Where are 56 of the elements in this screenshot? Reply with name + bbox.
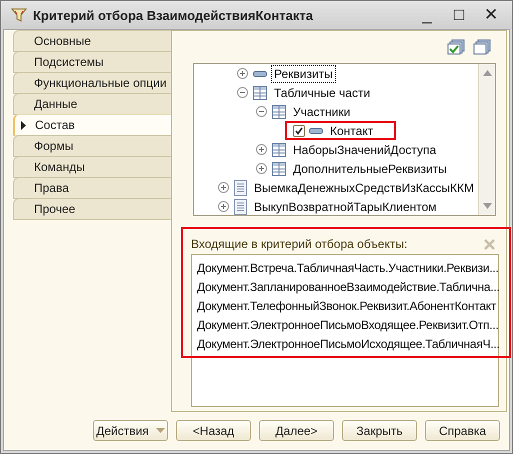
- expand-icon[interactable]: [256, 163, 267, 174]
- scroll-bar[interactable]: [478, 64, 495, 215]
- attribute-icon: [253, 70, 267, 76]
- tree-item[interactable]: НаборыЗначенийДоступа: [290, 140, 440, 158]
- tree-item[interactable]: Реквизиты: [271, 64, 336, 82]
- tree-item[interactable]: Участники: [290, 102, 354, 120]
- collapse-icon[interactable]: [256, 106, 267, 117]
- document-icon: [234, 198, 247, 214]
- tab[interactable]: Данные: [13, 93, 171, 115]
- list-item[interactable]: Документ.ЗапланированноеВзаимодействие.Таблична...: [197, 278, 498, 297]
- tab[interactable]: Функциональные опции: [13, 72, 171, 94]
- list-item[interactable]: Документ.ТелефонныйЗвонок.Реквизит.АбонентКонтакт: [197, 297, 498, 316]
- tab[interactable]: Прочее: [13, 198, 171, 220]
- tab[interactable]: Основные: [13, 30, 171, 52]
- table-icon: [272, 142, 286, 156]
- dialog-button[interactable]: Далее>: [259, 420, 334, 441]
- caret-icon: [156, 428, 165, 433]
- list-item[interactable]: Документ.ЭлектронноеПисьмоИсходящее.ТабличнаяЧ...: [197, 335, 498, 354]
- tab[interactable]: Подсистемы: [13, 51, 171, 73]
- maximize-button[interactable]: □: [446, 5, 472, 25]
- dialog-button[interactable]: Закрыть: [342, 420, 417, 441]
- dialog-button[interactable]: <Назад: [176, 420, 251, 441]
- scroll-up-icon: [482, 70, 492, 76]
- expand-icon[interactable]: [218, 201, 229, 212]
- funnel-icon: [11, 7, 27, 23]
- tree-item[interactable]: ВыкупВозвратнойТарыКлиентом: [251, 198, 440, 215]
- table-icon: [272, 162, 286, 176]
- checkbox[interactable]: [293, 124, 305, 136]
- check-all-icon[interactable]: [447, 39, 465, 55]
- tree-item[interactable]: Табличные части: [271, 84, 374, 102]
- uncheck-all-icon[interactable]: [473, 39, 491, 55]
- tree-item[interactable]: Контакт: [327, 122, 376, 140]
- close-button[interactable]: ✕: [478, 5, 504, 25]
- dialog-button[interactable]: Справка: [425, 420, 500, 441]
- window-title: Критерий отбора ВзаимодействияКонтакта: [33, 8, 314, 22]
- tab[interactable]: Команды: [13, 156, 171, 178]
- actions-menu-button[interactable]: Действия: [93, 420, 168, 441]
- attribute-icon: [309, 128, 323, 134]
- scroll-down-icon: [482, 203, 492, 209]
- tab[interactable]: Права: [13, 177, 171, 199]
- expand-icon[interactable]: [218, 182, 229, 193]
- collapse-icon[interactable]: [237, 87, 248, 98]
- minimize-button[interactable]: _: [414, 5, 440, 25]
- table-icon: [272, 104, 286, 118]
- pointer-icon: [21, 121, 26, 130]
- tree-item[interactable]: ДополнительныеРеквизиты: [290, 160, 450, 178]
- table-icon: [253, 86, 267, 100]
- tab[interactable]: Состав: [13, 114, 171, 136]
- tree-item[interactable]: ВыемкаДенежныхСредствИзКассыККМ: [251, 178, 478, 196]
- document-icon: [234, 180, 247, 196]
- list-item[interactable]: Документ.Встреча.ТабличнаяЧасть.Участники.Реквизи...: [197, 259, 498, 278]
- list-item[interactable]: Документ.ЭлектронноеПисьмоВходящее.Реквизит.Отп...: [197, 316, 498, 335]
- panel-title: Входящие в критерий отбора объекты:: [191, 237, 408, 251]
- expand-icon[interactable]: [256, 144, 267, 155]
- expand-icon[interactable]: [237, 68, 248, 79]
- tab[interactable]: Формы: [13, 135, 171, 157]
